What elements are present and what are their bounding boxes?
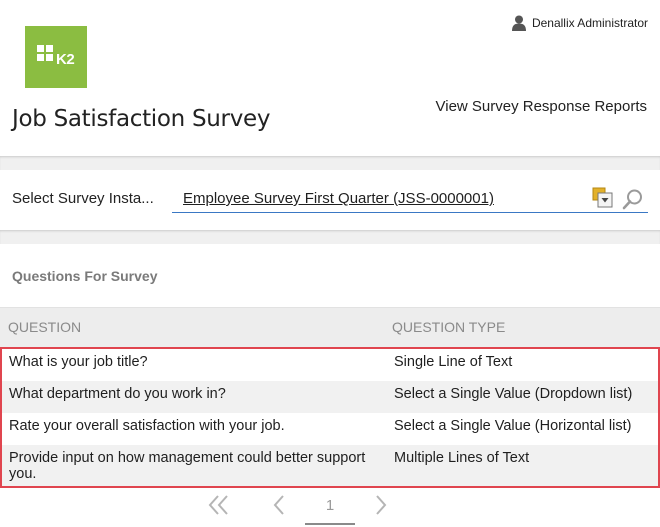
section-divider [0, 156, 660, 170]
pagination: 1 [0, 488, 660, 527]
question-type-cell: Select a Single Value (Dropdown list) [394, 386, 633, 402]
view-reports-link[interactable]: View Survey Response Reports [436, 98, 648, 115]
question-cell: Provide input on how management could be… [9, 450, 366, 482]
search-icon[interactable] [622, 188, 644, 210]
logo-text: K2 [56, 51, 75, 68]
user-menu[interactable]: Denallix Administrator [511, 14, 648, 32]
item-picker-icon[interactable] [592, 187, 614, 209]
k2-logo: K2 [25, 26, 87, 88]
table-row[interactable]: What department do you work in? Select a… [2, 381, 658, 413]
column-header-question-type[interactable]: QUESTION TYPE [392, 319, 505, 335]
survey-instance-value[interactable]: Employee Survey First Quarter (JSS-00000… [183, 190, 494, 207]
question-cell: Rate your overall satisfaction with your… [9, 418, 285, 434]
question-type-cell: Multiple Lines of Text [394, 450, 530, 466]
question-type-cell: Single Line of Text [394, 354, 513, 370]
prev-page-icon[interactable] [272, 494, 286, 521]
survey-instance-label: Select Survey Insta... [12, 190, 154, 207]
table-row[interactable]: Provide input on how management could be… [2, 445, 658, 486]
questions-table-body: What is your job title? Single Line of T… [0, 347, 660, 488]
question-cell: What department do you work in? [9, 386, 226, 402]
question-cell: What is your job title? [9, 354, 148, 370]
page-title: Job Satisfaction Survey [12, 106, 271, 132]
table-row[interactable]: Rate your overall satisfaction with your… [2, 413, 658, 445]
questions-section-title: Questions For Survey [12, 268, 158, 284]
first-page-icon[interactable] [207, 494, 231, 521]
survey-instance-field[interactable]: Employee Survey First Quarter (JSS-00000… [172, 184, 648, 213]
user-name: Denallix Administrator [531, 16, 648, 30]
questions-panel: Questions For Survey QUESTION QUESTION T… [0, 244, 660, 527]
next-page-icon[interactable] [374, 494, 388, 521]
app-header: K2 Denallix Administrator Job Satisfacti… [0, 0, 660, 156]
section-divider [0, 230, 660, 244]
table-header: QUESTION QUESTION TYPE [0, 307, 660, 348]
user-icon [511, 15, 526, 31]
column-header-question[interactable]: QUESTION [8, 319, 81, 335]
table-row[interactable]: What is your job title? Single Line of T… [2, 349, 658, 381]
question-type-cell: Select a Single Value (Horizontal list) [394, 418, 632, 434]
survey-instance-selector: Select Survey Insta... Employee Survey F… [0, 170, 660, 230]
current-page-number[interactable]: 1 [305, 497, 355, 525]
